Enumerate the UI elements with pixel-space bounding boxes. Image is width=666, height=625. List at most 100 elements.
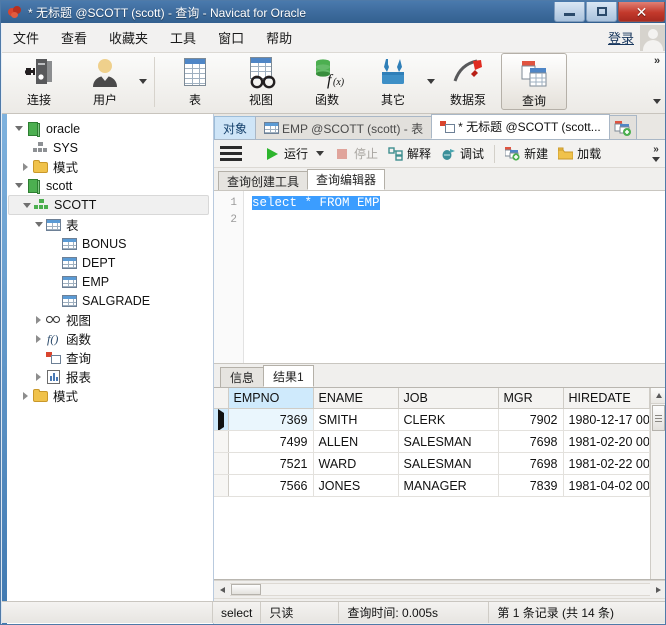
column-header-hiredate[interactable]: HIREDATE bbox=[563, 388, 650, 409]
table-row[interactable]: 7369 SMITH CLERK 7902 1980-12-17 00:00:0 bbox=[214, 408, 650, 431]
horizontal-scroll-thumb[interactable] bbox=[231, 584, 261, 595]
row-indicator[interactable] bbox=[214, 430, 229, 453]
new-query-tab-icon[interactable] bbox=[608, 115, 637, 139]
menu-item-window[interactable]: 窗口 bbox=[207, 24, 255, 51]
tree-node-scott-schema[interactable]: SCOTT bbox=[8, 195, 209, 215]
cell-job[interactable]: SALESMAN bbox=[398, 430, 499, 453]
menu-item-tools[interactable]: 工具 bbox=[159, 24, 207, 51]
expander-open-icon[interactable] bbox=[12, 119, 25, 138]
tab-untitled-query[interactable]: * 无标题 @SCOTT (scott... bbox=[431, 114, 610, 139]
debug-button[interactable]: 调试 bbox=[436, 143, 489, 164]
cell-hiredate[interactable]: 1981-02-22 00:00:0 bbox=[563, 452, 650, 475]
menu-item-help[interactable]: 帮助 bbox=[255, 24, 303, 51]
cell-job[interactable]: SALESMAN bbox=[398, 452, 499, 475]
minimize-icon[interactable] bbox=[554, 2, 585, 22]
scroll-up-icon[interactable] bbox=[651, 388, 665, 404]
result-vertical-scrollbar[interactable] bbox=[650, 388, 665, 579]
cell-empno[interactable]: 7369 bbox=[228, 408, 314, 431]
hamburger-icon[interactable] bbox=[220, 145, 242, 163]
expander-open-icon[interactable] bbox=[12, 176, 25, 195]
toolbar-query-button[interactable]: 查询 bbox=[501, 53, 567, 110]
tab-query-editor[interactable]: 查询编辑器 bbox=[307, 169, 386, 190]
result-horizontal-scrollbar[interactable] bbox=[214, 580, 665, 598]
expander-closed-icon[interactable] bbox=[32, 310, 45, 329]
expander-open-icon[interactable] bbox=[20, 196, 33, 215]
expander-closed-icon[interactable] bbox=[32, 367, 45, 386]
load-query-button[interactable]: 加载 bbox=[553, 143, 606, 164]
row-indicator[interactable] bbox=[214, 474, 229, 497]
table-row[interactable]: 7566 JONES MANAGER 7839 1981-04-02 00:00… bbox=[214, 474, 650, 497]
cell-hiredate[interactable]: 1981-02-20 00:00:0 bbox=[563, 430, 650, 453]
query-toolbar-overflow[interactable]: » bbox=[646, 141, 665, 166]
maximize-icon[interactable] bbox=[586, 2, 617, 22]
expander-closed-icon[interactable] bbox=[32, 329, 45, 348]
toolbar-function-button[interactable]: f (x) 函数 bbox=[294, 53, 360, 110]
tree-node-table-dept[interactable]: DEPT bbox=[8, 253, 213, 272]
cell-hiredate[interactable]: 1981-04-02 00:00:0 bbox=[563, 474, 650, 497]
tab-result1[interactable]: 结果1 bbox=[263, 365, 314, 387]
row-indicator[interactable] bbox=[214, 408, 229, 431]
tree-node-scott[interactable]: scott bbox=[8, 176, 213, 195]
toolbar-overflow-button[interactable]: » bbox=[648, 53, 665, 110]
cell-ename[interactable]: WARD bbox=[313, 452, 399, 475]
table-row[interactable]: 7499 ALLEN SALESMAN 7698 1981-02-20 00:0… bbox=[214, 430, 650, 453]
tree-node-functions[interactable]: f() 函数 bbox=[8, 329, 213, 348]
run-dropdown-caret[interactable] bbox=[316, 151, 325, 156]
editor-code-area[interactable]: select * FROM EMP bbox=[244, 191, 665, 363]
toolbar-user-dropdown-caret[interactable] bbox=[138, 53, 147, 110]
vertical-scroll-thumb[interactable] bbox=[652, 405, 665, 431]
cell-ename[interactable]: SMITH bbox=[313, 408, 399, 431]
toolbar-other-dropdown-caret[interactable] bbox=[426, 53, 435, 110]
column-header-empno[interactable]: EMPNO bbox=[228, 388, 314, 409]
run-button[interactable]: 运行 bbox=[260, 143, 313, 164]
tree-node-queries[interactable]: 查询 bbox=[8, 348, 213, 367]
table-row[interactable]: 7521 WARD SALESMAN 7698 1981-02-22 00:00… bbox=[214, 452, 650, 475]
tree-node-schemas-scott[interactable]: 模式 bbox=[8, 386, 213, 405]
tree-node-sys[interactable]: SYS bbox=[8, 138, 213, 157]
cell-ename[interactable]: JONES bbox=[313, 474, 399, 497]
column-header-mgr[interactable]: MGR bbox=[498, 388, 564, 409]
scroll-right-icon[interactable] bbox=[650, 582, 665, 597]
toolbar-user-button[interactable]: 用户 bbox=[72, 53, 138, 110]
expander-open-icon[interactable] bbox=[32, 215, 45, 234]
toolbar-datapump-button[interactable]: 数据泵 bbox=[435, 53, 501, 110]
horizontal-scroll-track[interactable] bbox=[230, 583, 650, 596]
tree-node-schemas-oracle[interactable]: 模式 bbox=[8, 157, 213, 176]
login-link[interactable]: 登录 bbox=[608, 28, 634, 47]
tree-node-table-bonus[interactable]: BONUS bbox=[8, 234, 213, 253]
tree-node-table-salgrade[interactable]: SALGRADE bbox=[8, 291, 213, 310]
menu-item-favorites[interactable]: 收藏夹 bbox=[98, 24, 159, 51]
cell-empno[interactable]: 7521 bbox=[228, 452, 314, 475]
new-query-button[interactable]: 新建 bbox=[500, 143, 553, 164]
explain-button[interactable]: 解释 bbox=[383, 143, 436, 164]
toolbar-view-button[interactable]: 视图 bbox=[228, 53, 294, 110]
row-indicator[interactable] bbox=[214, 452, 229, 475]
expander-closed-icon[interactable] bbox=[19, 386, 32, 405]
close-icon[interactable]: ✕ bbox=[618, 2, 665, 22]
cell-mgr[interactable]: 7902 bbox=[498, 408, 564, 431]
cell-empno[interactable]: 7566 bbox=[228, 474, 314, 497]
cell-hiredate[interactable]: 1980-12-17 00:00:0 bbox=[563, 408, 650, 431]
tab-query-builder[interactable]: 查询创建工具 bbox=[218, 171, 309, 190]
tab-emp-table[interactable]: EMP @SCOTT (scott) - 表 bbox=[255, 116, 433, 139]
tree-node-table-emp[interactable]: EMP bbox=[8, 272, 213, 291]
toolbar-connection-button[interactable]: 连接 bbox=[6, 53, 72, 110]
column-header-ename[interactable]: ENAME bbox=[313, 388, 399, 409]
tree-node-reports[interactable]: 报表 bbox=[8, 367, 213, 386]
cell-ename[interactable]: ALLEN bbox=[313, 430, 399, 453]
cell-job[interactable]: CLERK bbox=[398, 408, 499, 431]
toolbar-other-button[interactable]: 其它 bbox=[360, 53, 426, 110]
tab-objects[interactable]: 对象 bbox=[214, 116, 257, 139]
cell-empno[interactable]: 7499 bbox=[228, 430, 314, 453]
toolbar-table-button[interactable]: 表 bbox=[162, 53, 228, 110]
menu-item-view[interactable]: 查看 bbox=[50, 24, 98, 51]
user-avatar-icon[interactable] bbox=[640, 24, 665, 51]
tree-node-tables[interactable]: 表 bbox=[8, 215, 213, 234]
tab-message[interactable]: 信息 bbox=[220, 367, 265, 387]
tree-node-views[interactable]: 视图 bbox=[8, 310, 213, 329]
expander-closed-icon[interactable] bbox=[19, 157, 32, 176]
cell-mgr[interactable]: 7698 bbox=[498, 452, 564, 475]
cell-mgr[interactable]: 7698 bbox=[498, 430, 564, 453]
cell-job[interactable]: MANAGER bbox=[398, 474, 499, 497]
menu-item-file[interactable]: 文件 bbox=[2, 24, 50, 51]
